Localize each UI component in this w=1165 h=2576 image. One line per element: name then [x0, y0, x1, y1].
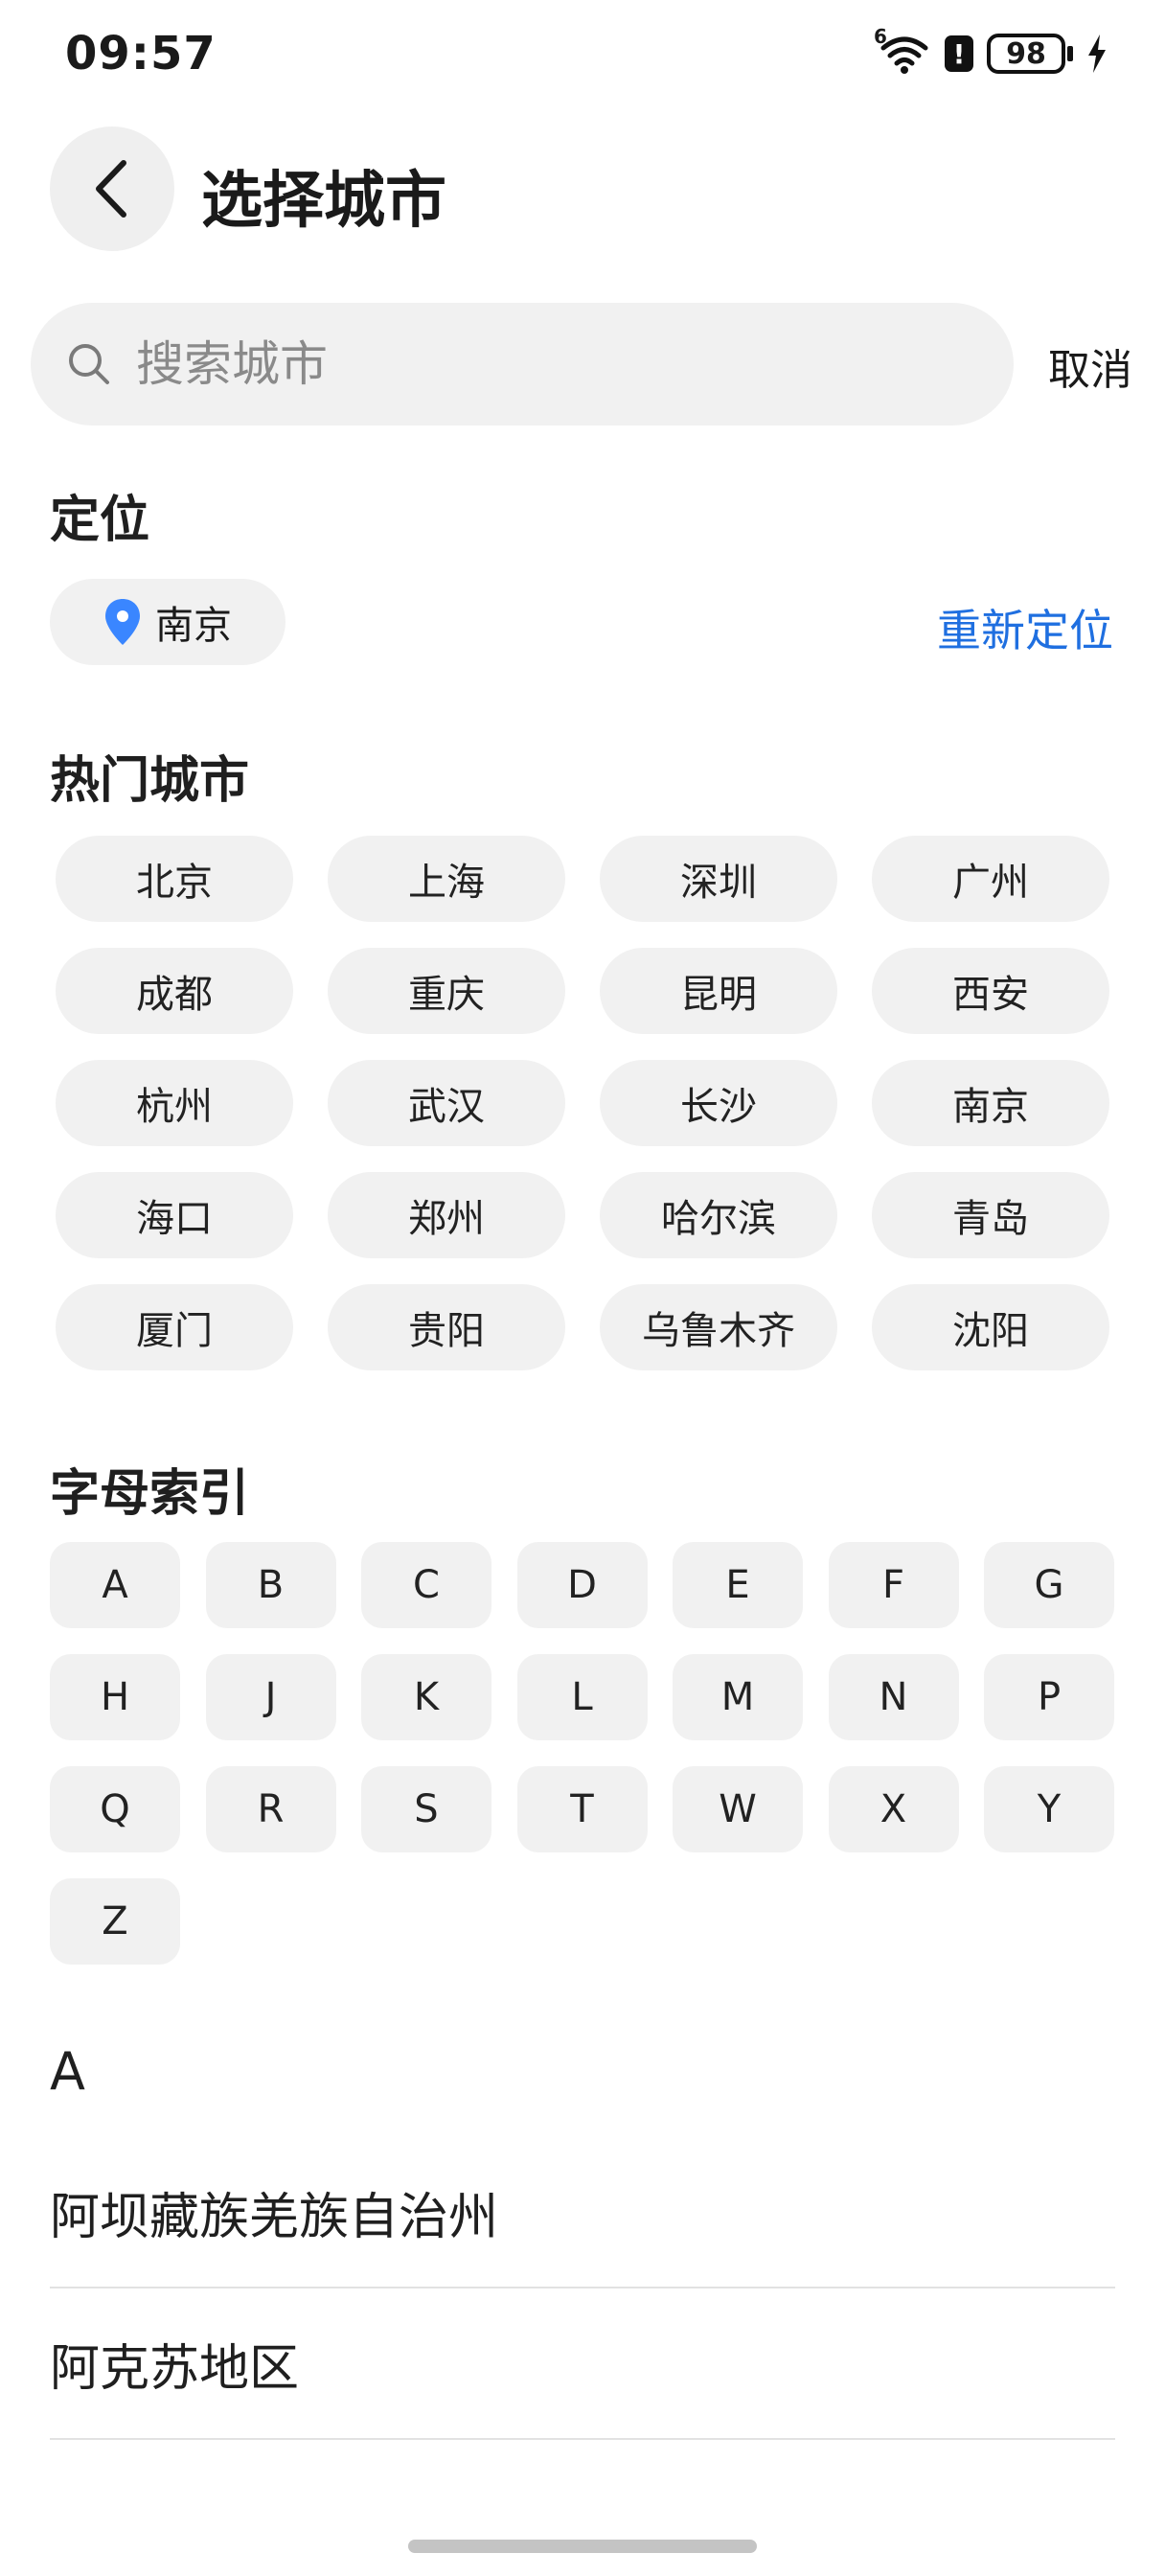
city-group-header: A [50, 2041, 85, 2102]
hot-city-chip[interactable]: 深圳 [600, 836, 837, 922]
hot-city-chip[interactable]: 北京 [56, 836, 293, 922]
hot-city-chip[interactable]: 重庆 [328, 948, 565, 1034]
current-location-label: 南京 [155, 604, 232, 648]
home-indicator[interactable] [408, 2540, 757, 2553]
letter-index-button[interactable]: N [828, 1654, 959, 1740]
status-time: 09:57 [65, 27, 217, 80]
letter-index-button[interactable]: H [50, 1654, 180, 1740]
hot-city-chip[interactable]: 成都 [56, 948, 293, 1034]
alphabet-index-section-title: 字母索引 [50, 1465, 250, 1523]
letter-index-button[interactable]: J [205, 1654, 336, 1740]
search-icon [69, 344, 109, 384]
relocate-button[interactable]: 重新定位 [937, 596, 1113, 659]
hot-city-chip[interactable]: 广州 [872, 836, 1109, 922]
letter-index-button[interactable]: Y [984, 1766, 1114, 1852]
letter-index-button[interactable]: B [205, 1542, 336, 1628]
letter-index-button[interactable]: X [828, 1766, 959, 1852]
letter-index-button[interactable]: D [516, 1542, 648, 1628]
battery-level: 98 [1006, 36, 1046, 71]
hot-city-chip[interactable]: 西安 [872, 948, 1109, 1034]
search-bar[interactable] [31, 303, 1014, 426]
location-pin-icon [105, 599, 140, 645]
hot-city-chip[interactable]: 昆明 [600, 948, 837, 1034]
letter-index-button[interactable]: Q [50, 1766, 180, 1852]
hot-city-chip[interactable]: 青岛 [872, 1172, 1109, 1258]
letter-index-button[interactable]: T [516, 1766, 648, 1852]
network-type-label: 6 [874, 25, 887, 48]
wifi-icon: 6 [874, 25, 931, 75]
letter-index-button[interactable]: Z [50, 1878, 180, 1965]
hot-city-chip[interactable]: 贵阳 [328, 1284, 565, 1370]
hot-city-chip[interactable]: 南京 [872, 1060, 1109, 1146]
location-section-title: 定位 [50, 492, 150, 549]
battery-tip [1067, 46, 1073, 61]
hot-city-chip[interactable]: 杭州 [56, 1060, 293, 1146]
letter-index-button[interactable]: M [673, 1654, 803, 1740]
letter-index-button[interactable]: W [673, 1766, 803, 1852]
battery-icon: 98 [987, 34, 1065, 74]
chevron-left-icon [96, 160, 126, 218]
hot-city-chip[interactable]: 武汉 [328, 1060, 565, 1146]
alert-icon: ! [945, 35, 973, 72]
hot-city-chip[interactable]: 长沙 [600, 1060, 837, 1146]
hot-city-chip[interactable]: 厦门 [56, 1284, 293, 1370]
status-icons: 6 ! 98 [874, 25, 1108, 75]
hot-city-chip[interactable]: 哈尔滨 [600, 1172, 837, 1258]
letter-index-button[interactable]: R [205, 1766, 336, 1852]
back-button[interactable] [50, 126, 174, 251]
hot-city-chip[interactable]: 上海 [328, 836, 565, 922]
page-title: 选择城市 [201, 166, 446, 237]
current-location-chip[interactable]: 南京 [50, 579, 286, 665]
letter-index-button[interactable]: K [361, 1654, 491, 1740]
hot-city-chip[interactable]: 郑州 [328, 1172, 565, 1258]
hot-city-chip[interactable]: 乌鲁木齐 [600, 1284, 837, 1370]
hot-cities-section-title: 热门城市 [50, 752, 250, 810]
charging-icon [1088, 34, 1106, 73]
letter-index-button[interactable]: C [361, 1542, 491, 1628]
search-input[interactable] [134, 335, 904, 393]
letter-index-button[interactable]: E [673, 1542, 803, 1628]
hot-city-chip[interactable]: 海口 [56, 1172, 293, 1258]
letter-index-button[interactable]: F [828, 1542, 959, 1628]
city-list-item[interactable]: 阿克苏地区 [50, 2288, 1115, 2440]
city-list-item[interactable]: 阿坝藏族羌族自治州 [50, 2137, 1115, 2288]
letter-index-button[interactable]: S [361, 1766, 491, 1852]
cancel-button[interactable]: 取消 [1048, 335, 1132, 397]
letter-index-button[interactable]: L [516, 1654, 648, 1740]
letter-index-button[interactable]: P [984, 1654, 1114, 1740]
letter-index-button[interactable]: G [984, 1542, 1114, 1628]
letter-index-button[interactable]: A [50, 1542, 180, 1628]
hot-city-chip[interactable]: 沈阳 [872, 1284, 1109, 1370]
